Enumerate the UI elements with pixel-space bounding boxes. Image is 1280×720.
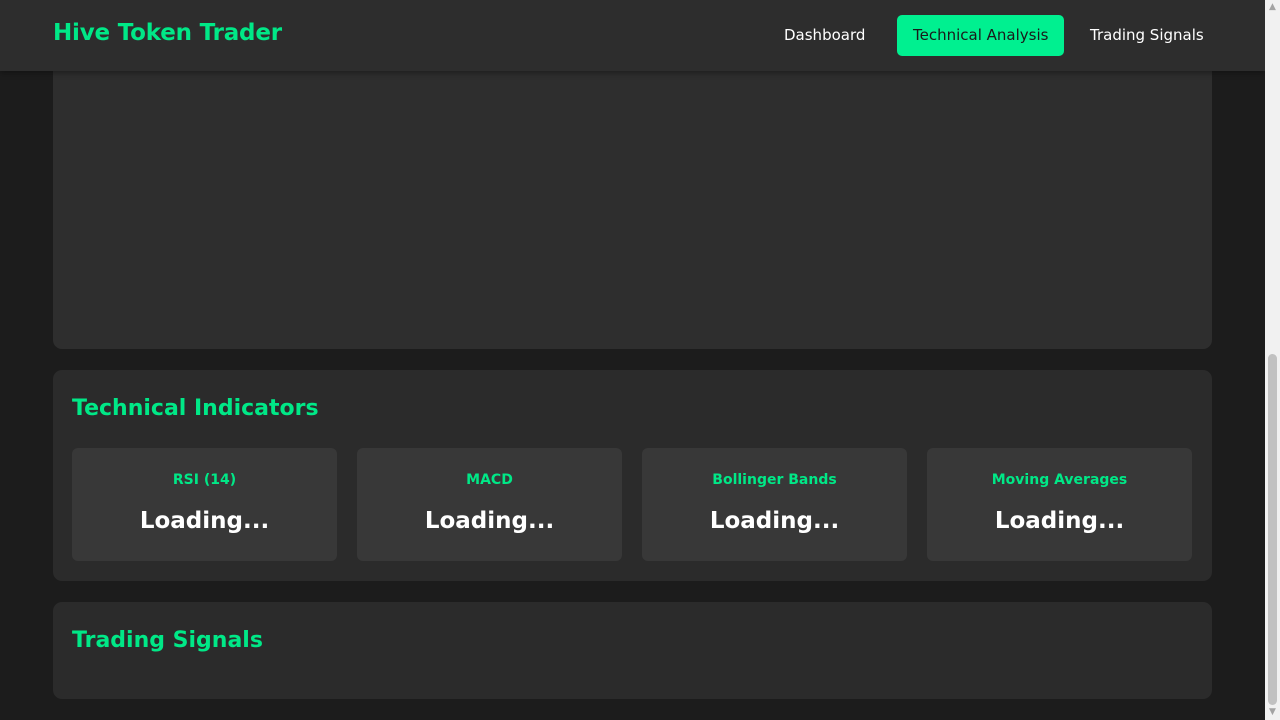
trading-signals-heading: Trading Signals (72, 628, 263, 653)
indicator-card-label: RSI (14) (172, 472, 237, 488)
technical-indicators-heading: Technical Indicators (72, 396, 319, 421)
scrollbar-thumb[interactable] (1268, 354, 1277, 705)
indicator-card-macd: MACD Loading... (357, 448, 622, 561)
indicator-card-value: Loading... (709, 508, 840, 534)
nav-trading-signals[interactable]: Trading Signals (1074, 15, 1220, 56)
indicator-cards: RSI (14) Loading... MACD Loading... Boll… (72, 448, 1193, 561)
indicator-card-value: Loading... (994, 508, 1125, 534)
top-navbar: Hive Token Trader Dashboard Technical An… (0, 0, 1265, 71)
indicator-card-label: Bollinger Bands (712, 472, 837, 488)
page: Hive Token Trader Dashboard Technical An… (0, 0, 1280, 720)
app-title[interactable]: Hive Token Trader (53, 20, 282, 46)
trading-signals-panel: Trading Signals (53, 602, 1212, 699)
technical-indicators-panel: Technical Indicators RSI (14) Loading...… (53, 370, 1212, 581)
indicator-card-value: Loading... (424, 508, 555, 534)
indicator-card-label: MACD (466, 472, 513, 488)
nav-dashboard[interactable]: Dashboard (768, 15, 881, 56)
indicator-card-label: Moving Averages (991, 472, 1128, 488)
indicator-card-value: Loading... (139, 508, 270, 534)
main-viewport: Hive Token Trader Dashboard Technical An… (0, 0, 1265, 720)
chart-panel (53, 40, 1212, 349)
indicator-card-rsi: RSI (14) Loading... (72, 448, 337, 561)
indicator-card-moving-averages: Moving Averages Loading... (927, 448, 1192, 561)
indicator-card-bollinger-bands: Bollinger Bands Loading... (642, 448, 907, 561)
vertical-scrollbar[interactable]: ▲ ▼ (1265, 0, 1280, 720)
scroll-down-arrow-icon[interactable]: ▼ (1265, 705, 1280, 720)
nav-technical-analysis[interactable]: Technical Analysis (897, 15, 1065, 56)
scroll-up-arrow-icon[interactable]: ▲ (1265, 0, 1280, 15)
